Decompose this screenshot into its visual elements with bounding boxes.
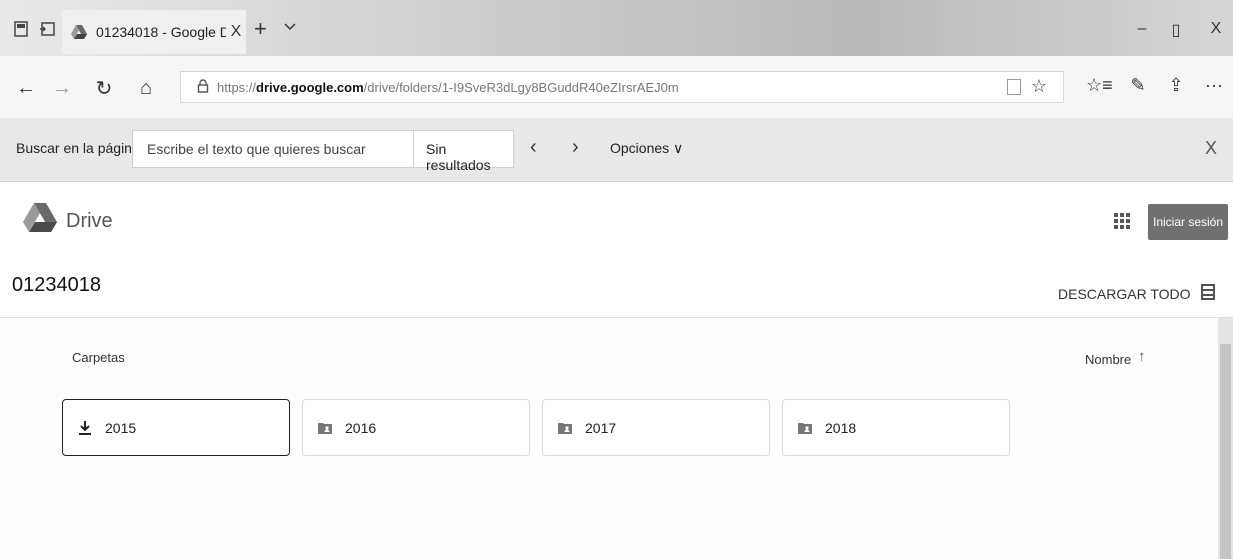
drive-logo-icon[interactable] <box>22 202 58 234</box>
tab-actions-icon[interactable] <box>10 18 32 40</box>
folder-name: 2018 <box>825 419 857 436</box>
url-path: /drive/folders/1-I9SveR3dLgy8BGuddR40eZI… <box>363 79 679 95</box>
folder-content: Carpetas Nombre ↑ 2015 2016 2017 2018 <box>0 318 1218 559</box>
find-status: Sin resultados <box>414 130 514 173</box>
more-menu-icon[interactable]: ··· <box>1202 75 1226 96</box>
address-bar[interactable]: https://drive.google.com/drive/folders/1… <box>180 71 1064 103</box>
shared-folder-icon <box>317 420 333 436</box>
web-notes-icon[interactable]: ✎ <box>1126 75 1150 96</box>
folder-item-2017[interactable]: 2017 <box>542 399 770 456</box>
favorite-star-icon[interactable]: ☆ <box>1031 76 1047 97</box>
find-options-button[interactable]: Opciones ∨ <box>610 140 683 157</box>
url-prefix: https:// <box>217 79 257 95</box>
lock-icon <box>197 78 209 96</box>
drive-logo-text[interactable]: Drive <box>66 210 113 233</box>
folder-title-row: 01234018 DESCARGAR TODO <box>0 262 1233 318</box>
drive-header: Drive Iniciar sesión <box>0 182 1233 262</box>
find-input[interactable] <box>132 130 414 168</box>
find-label: Buscar en la página <box>16 140 140 156</box>
restore-icon[interactable]: ▯ <box>1164 20 1188 40</box>
folder-name: 2017 <box>585 419 617 436</box>
browser-tab-strip: 01234018 - Google Driv X + – ▯ X <box>0 0 1233 56</box>
section-label-folders: Carpetas <box>72 350 125 365</box>
folder-name: 2016 <box>345 419 377 436</box>
browser-navigation-bar: ← → ↻ ⌂ https://drive.google.com/drive/f… <box>0 56 1233 118</box>
tab-close-icon[interactable]: X <box>226 23 246 41</box>
apps-grid-icon[interactable] <box>1114 213 1130 229</box>
tab-google-drive[interactable]: 01234018 - Google Driv X <box>62 10 246 54</box>
shared-folder-icon <box>797 420 813 436</box>
sign-in-button[interactable]: Iniciar sesión <box>1148 204 1228 240</box>
page-title: 01234018 <box>12 274 101 296</box>
find-previous-icon[interactable]: ‹ <box>530 136 537 159</box>
find-on-page-bar: Buscar en la página Sin resultados ‹ › O… <box>0 118 1233 182</box>
back-icon[interactable]: ← <box>14 76 38 100</box>
folder-name: 2015 <box>105 419 137 436</box>
url-domain: drive.google.com <box>256 79 364 95</box>
new-tab-icon[interactable]: + <box>254 16 267 42</box>
forward-icon[interactable]: → <box>50 76 74 100</box>
folder-item-2016[interactable]: 2016 <box>302 399 530 456</box>
set-aside-tabs-icon[interactable] <box>36 18 58 40</box>
tab-title: 01234018 - Google Driv <box>96 24 226 40</box>
shared-folder-icon <box>557 420 573 436</box>
folder-item-2018[interactable]: 2018 <box>782 399 1010 456</box>
download-icon[interactable] <box>77 420 93 436</box>
find-next-icon[interactable]: › <box>572 136 579 159</box>
sort-by-name-button[interactable]: Nombre <box>1085 352 1131 367</box>
share-icon[interactable]: ⇪ <box>1164 75 1188 96</box>
home-icon[interactable]: ⌂ <box>134 76 158 100</box>
minimize-icon[interactable]: – <box>1130 20 1154 38</box>
drive-favicon-icon <box>70 23 88 41</box>
scrollbar-thumb[interactable] <box>1220 344 1231 559</box>
download-all-button[interactable]: DESCARGAR TODO <box>1058 286 1191 302</box>
list-view-icon[interactable] <box>1201 284 1215 300</box>
folder-item-2015[interactable]: 2015 <box>62 399 290 456</box>
find-close-icon[interactable]: X <box>1205 138 1217 159</box>
reading-view-icon[interactable] <box>1007 79 1021 95</box>
vertical-scrollbar[interactable] <box>1218 318 1233 559</box>
sort-direction-icon[interactable]: ↑ <box>1138 348 1146 365</box>
tab-list-chevron-icon[interactable] <box>284 18 296 35</box>
favorites-hub-icon[interactable]: ☆≡ <box>1086 75 1113 96</box>
close-window-icon[interactable]: X <box>1204 20 1228 38</box>
refresh-icon[interactable]: ↻ <box>92 76 116 100</box>
